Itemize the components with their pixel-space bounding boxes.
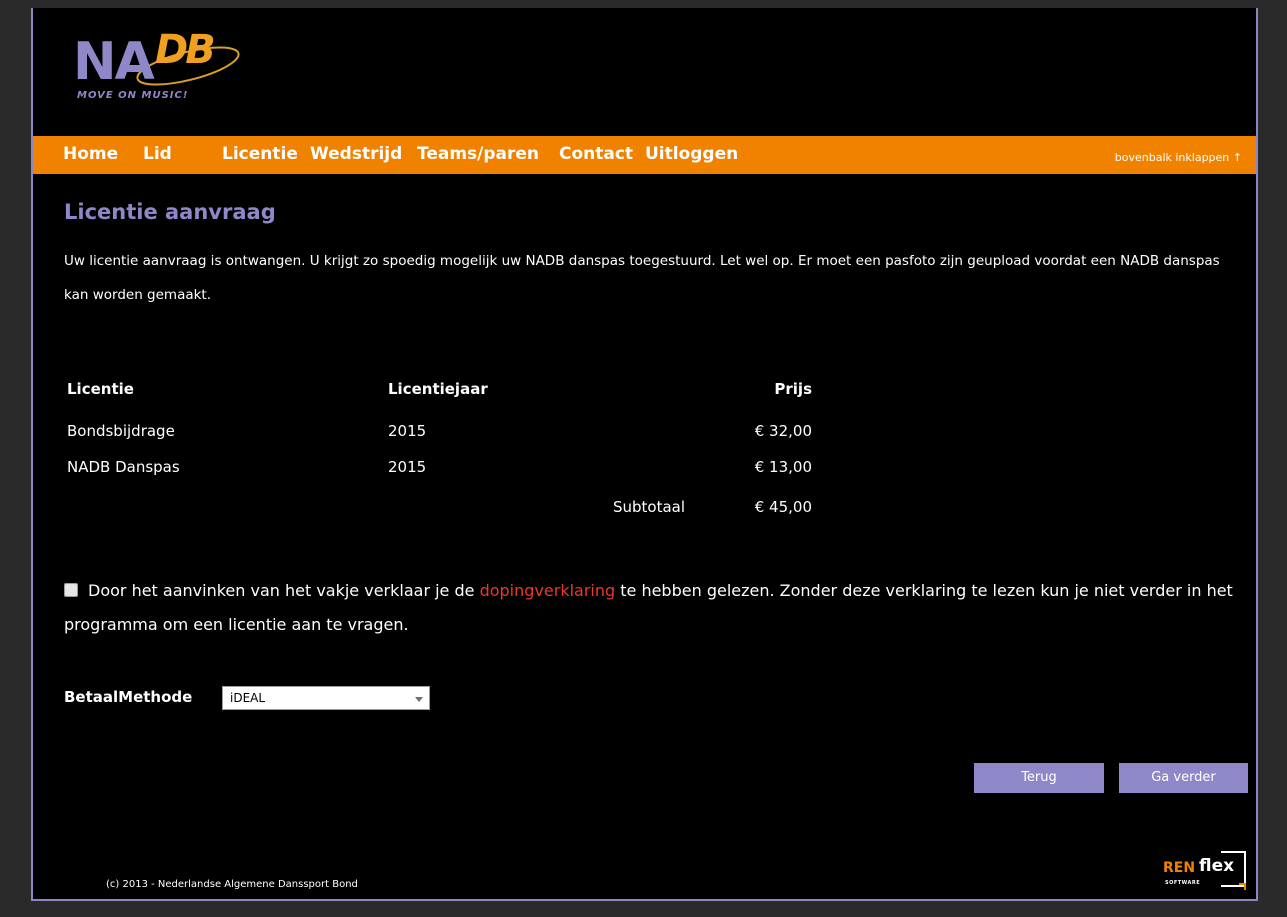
- nav-teams-paren[interactable]: Teams/paren: [417, 144, 539, 164]
- nav-licentie[interactable]: Licentie: [222, 144, 298, 164]
- table-row-license: Bondsbijdrage: [67, 422, 175, 440]
- collapse-header-link[interactable]: bovenbalk inklappen ↑: [1115, 151, 1242, 164]
- continue-button[interactable]: Ga verder: [1119, 763, 1248, 793]
- back-button[interactable]: Terug: [974, 763, 1104, 793]
- table-row-license: NADB Danspas: [67, 458, 180, 476]
- subtotal-label: Subtotaal: [613, 498, 686, 516]
- page-title: Licentie aanvraag: [64, 200, 276, 224]
- doping-declaration-link[interactable]: dopingverklaring: [480, 581, 616, 600]
- page-frame: NA DB MOVE ON MUSIC! Home Lid Licentie W…: [31, 8, 1258, 901]
- doping-declaration: Door het aanvinken van het vakje verklaa…: [64, 574, 1249, 642]
- table-header-year: Licentiejaar: [388, 380, 488, 398]
- table-row-year: 2015: [388, 422, 427, 440]
- renflex-ren-text: REN: [1163, 860, 1196, 876]
- logo-db-text: DB: [155, 27, 216, 73]
- renflex-flex-text: flex: [1199, 856, 1235, 876]
- payment-method-value: iDEAL: [230, 691, 266, 705]
- doping-checkbox[interactable]: [64, 583, 78, 597]
- table-header-license: Licentie: [67, 380, 134, 398]
- logo-na-text: NA: [73, 32, 155, 92]
- nav-wedstrijd[interactable]: Wedstrijd: [310, 144, 402, 164]
- table-row-price: € 13,00: [754, 458, 812, 476]
- subtotal-value: € 45,00: [754, 498, 812, 516]
- table-row-price: € 32,00: [754, 422, 812, 440]
- intro-text: Uw licentie aanvraag is ontwangen. U kri…: [64, 253, 1220, 303]
- nav-lid[interactable]: Lid: [143, 144, 172, 164]
- table-row-year: 2015: [388, 458, 427, 476]
- renflex-software-text: SOFTWARE: [1165, 880, 1201, 886]
- nadb-logo[interactable]: NA DB MOVE ON MUSIC!: [73, 27, 253, 106]
- table-header-price: Prijs: [774, 380, 812, 398]
- chevron-down-icon: [415, 697, 423, 702]
- payment-method-label: BetaalMethode: [64, 688, 193, 706]
- renflex-logo[interactable]: REN flex SOFTWARE: [1159, 846, 1249, 892]
- logo-tagline: MOVE ON MUSIC!: [77, 90, 189, 101]
- payment-method-select[interactable]: iDEAL: [222, 686, 430, 710]
- nav-uitloggen[interactable]: Uitloggen: [645, 144, 738, 164]
- nav-contact[interactable]: Contact: [559, 144, 633, 164]
- nav-home[interactable]: Home: [63, 144, 118, 164]
- main-navbar: Home Lid Licentie Wedstrijd Teams/paren …: [33, 136, 1256, 174]
- copyright-text: (c) 2013 - Nederlandse Algemene Dansspor…: [106, 879, 358, 890]
- declaration-text-before: Door het aanvinken van het vakje verklaa…: [88, 581, 480, 600]
